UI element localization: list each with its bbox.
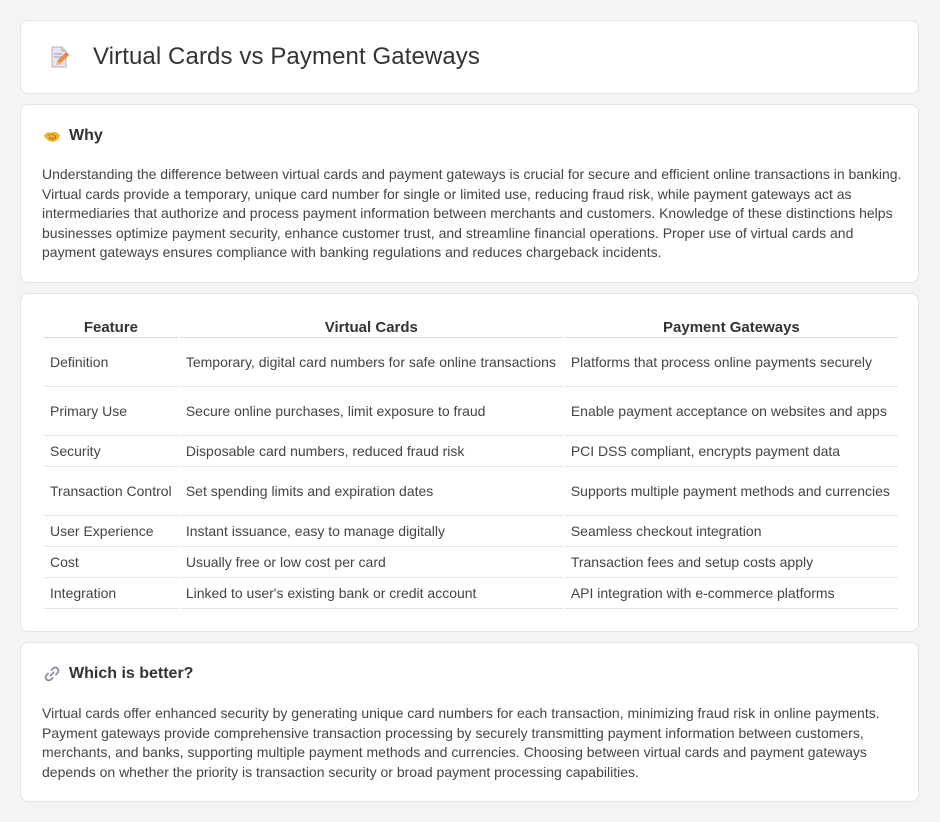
why-heading: Why <box>43 127 103 145</box>
header-payment-gateways: Payment Gateways <box>564 316 898 338</box>
row-payment-gateways: Supports multiple payment methods and cu… <box>564 467 898 516</box>
table-header-row: Feature Virtual Cards Payment Gateways <box>44 316 898 338</box>
row-virtual-cards: Instant issuance, easy to manage digital… <box>179 516 563 547</box>
comparison-table: Feature Virtual Cards Payment Gateways D… <box>42 316 900 609</box>
row-payment-gateways: Transaction fees and setup costs apply <box>564 547 898 578</box>
row-payment-gateways: PCI DSS compliant, encrypts payment data <box>564 436 898 467</box>
header-virtual-cards: Virtual Cards <box>179 316 563 338</box>
table-row: Primary Use Secure online purchases, lim… <box>44 387 898 436</box>
row-virtual-cards: Secure online purchases, limit exposure … <box>179 387 563 436</box>
handshake-icon <box>44 132 60 142</box>
better-title: Which is better? <box>69 665 194 682</box>
row-feature: Integration <box>44 578 178 609</box>
document-edit-icon <box>51 46 69 68</box>
row-virtual-cards: Disposable card numbers, reduced fraud r… <box>179 436 563 467</box>
which-is-better-section: Which is better? Virtual cards offer enh… <box>20 642 919 802</box>
comparison-section: Feature Virtual Cards Payment Gateways D… <box>20 293 919 632</box>
row-virtual-cards: Temporary, digital card numbers for safe… <box>179 338 563 387</box>
row-payment-gateways: API integration with e-commerce platform… <box>564 578 898 609</box>
table-row: Transaction Control Set spending limits … <box>44 467 898 516</box>
header-feature: Feature <box>44 316 178 338</box>
better-text: Virtual cards offer enhanced security by… <box>42 705 880 780</box>
table-row: Cost Usually free or low cost per card T… <box>44 547 898 578</box>
row-feature: Security <box>44 436 178 467</box>
row-feature: Transaction Control <box>44 467 178 516</box>
row-feature: Primary Use <box>44 387 178 436</box>
row-feature: Cost <box>44 547 178 578</box>
row-feature: User Experience <box>44 516 178 547</box>
better-heading: Which is better? <box>43 665 193 683</box>
table-row: User Experience Instant issuance, easy t… <box>44 516 898 547</box>
why-title: Why <box>69 127 103 144</box>
table-row: Security Disposable card numbers, reduce… <box>44 436 898 467</box>
table-row: Integration Linked to user's existing ba… <box>44 578 898 609</box>
title-card: Virtual Cards vs Payment Gateways <box>20 20 919 94</box>
link-icon <box>44 666 60 682</box>
row-payment-gateways: Enable payment acceptance on websites an… <box>564 387 898 436</box>
why-section: Why Understanding the difference between… <box>20 104 919 283</box>
title-row: Virtual Cards vs Payment Gateways <box>21 21 918 93</box>
page-title: Virtual Cards vs Payment Gateways <box>93 43 481 70</box>
row-feature: Definition <box>44 338 178 387</box>
row-payment-gateways: Seamless checkout integration <box>564 516 898 547</box>
row-virtual-cards: Usually free or low cost per card <box>179 547 563 578</box>
table-row: Definition Temporary, digital card numbe… <box>44 338 898 387</box>
why-text: Understanding the difference between vir… <box>42 166 902 261</box>
row-virtual-cards: Set spending limits and expiration dates <box>179 467 563 516</box>
row-virtual-cards: Linked to user's existing bank or credit… <box>179 578 563 609</box>
row-payment-gateways: Platforms that process online payments s… <box>564 338 898 387</box>
